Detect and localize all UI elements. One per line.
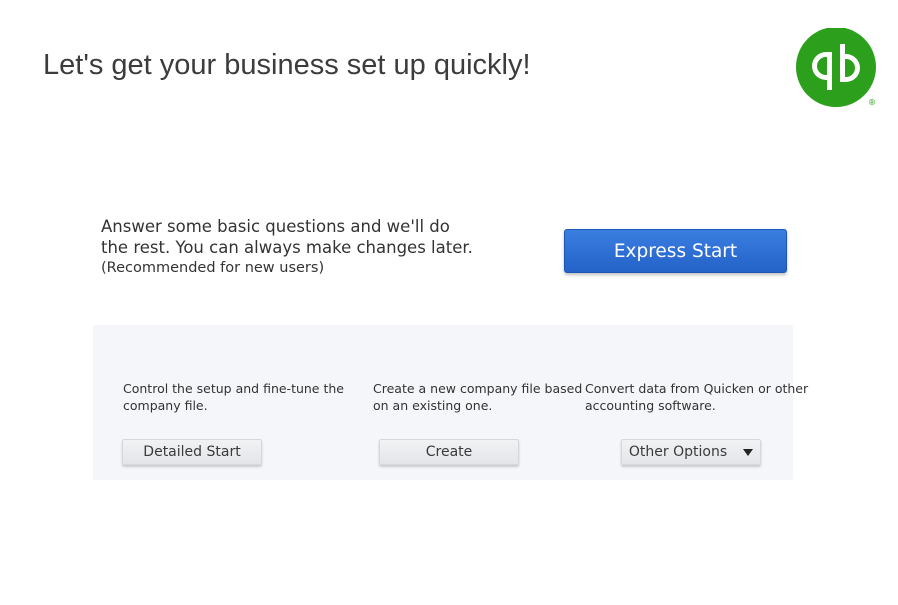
caret-down-icon (743, 449, 754, 456)
create-option: Create a new company file based on an ex… (373, 380, 593, 414)
express-description: Answer some basic questions and we'll do… (101, 216, 491, 278)
other-desc-line-2: accounting software. (585, 398, 716, 413)
other-options-button[interactable]: Other Options (621, 439, 761, 465)
create-desc-line-2: on an existing one. (373, 398, 493, 413)
other-options-label: Other Options (628, 444, 728, 460)
quickbooks-logo-icon: ® (796, 27, 878, 108)
express-start-button[interactable]: Express Start (564, 229, 787, 273)
setup-page: Let's get your business set up quickly! … (0, 0, 898, 605)
registered-mark: ® (868, 98, 876, 107)
other-setup-options-panel: Control the setup and fine-tune the comp… (93, 325, 808, 480)
express-desc-line-1: Answer some basic questions and we'll do (101, 217, 450, 236)
other-desc-line-1: Convert data from Quicken or other (585, 381, 809, 396)
detailed-desc-line-1: Control the setup and fine-tune the (123, 381, 344, 396)
detailed-start-option: Control the setup and fine-tune the comp… (123, 380, 344, 414)
other-options-option: Convert data from Quicken or other accou… (585, 380, 809, 414)
create-button[interactable]: Create (379, 439, 519, 465)
express-desc-line-2: the rest. You can always make changes la… (101, 238, 473, 257)
page-title: Let's get your business set up quickly! (43, 49, 531, 81)
create-desc-line-1: Create a new company file based (373, 381, 583, 396)
recommended-note: (Recommended for new users) (101, 260, 325, 276)
detailed-desc-line-2: company file. (123, 398, 208, 413)
detailed-start-button[interactable]: Detailed Start (122, 439, 262, 465)
